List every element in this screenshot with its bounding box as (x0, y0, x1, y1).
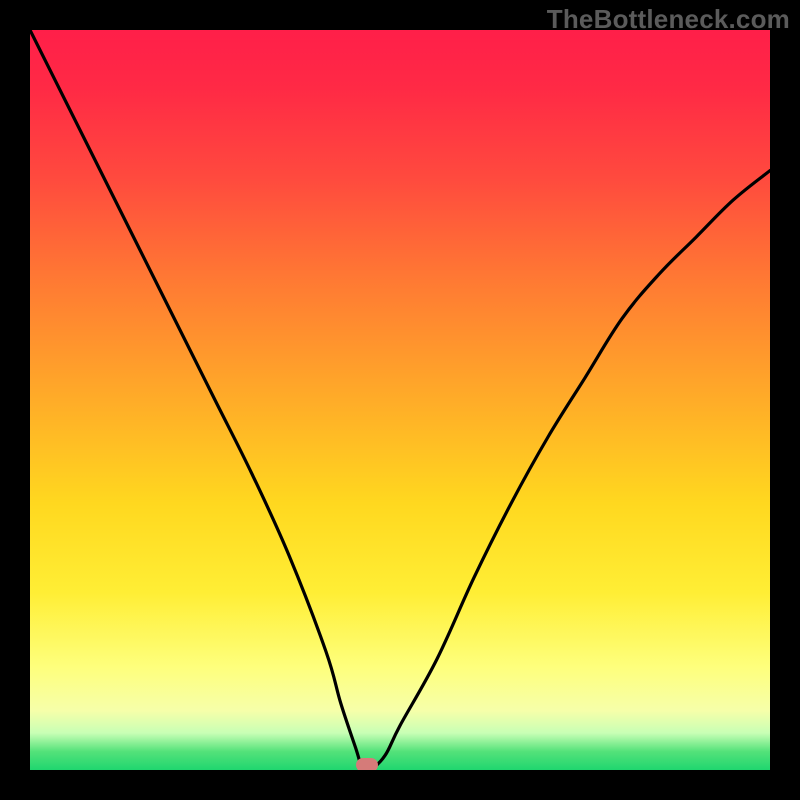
watermark-text: TheBottleneck.com (547, 4, 790, 35)
curve-svg (30, 30, 770, 770)
plot-area (30, 30, 770, 770)
chart-frame: TheBottleneck.com (0, 0, 800, 800)
bottleneck-curve (30, 30, 770, 770)
optimal-marker (356, 758, 378, 770)
